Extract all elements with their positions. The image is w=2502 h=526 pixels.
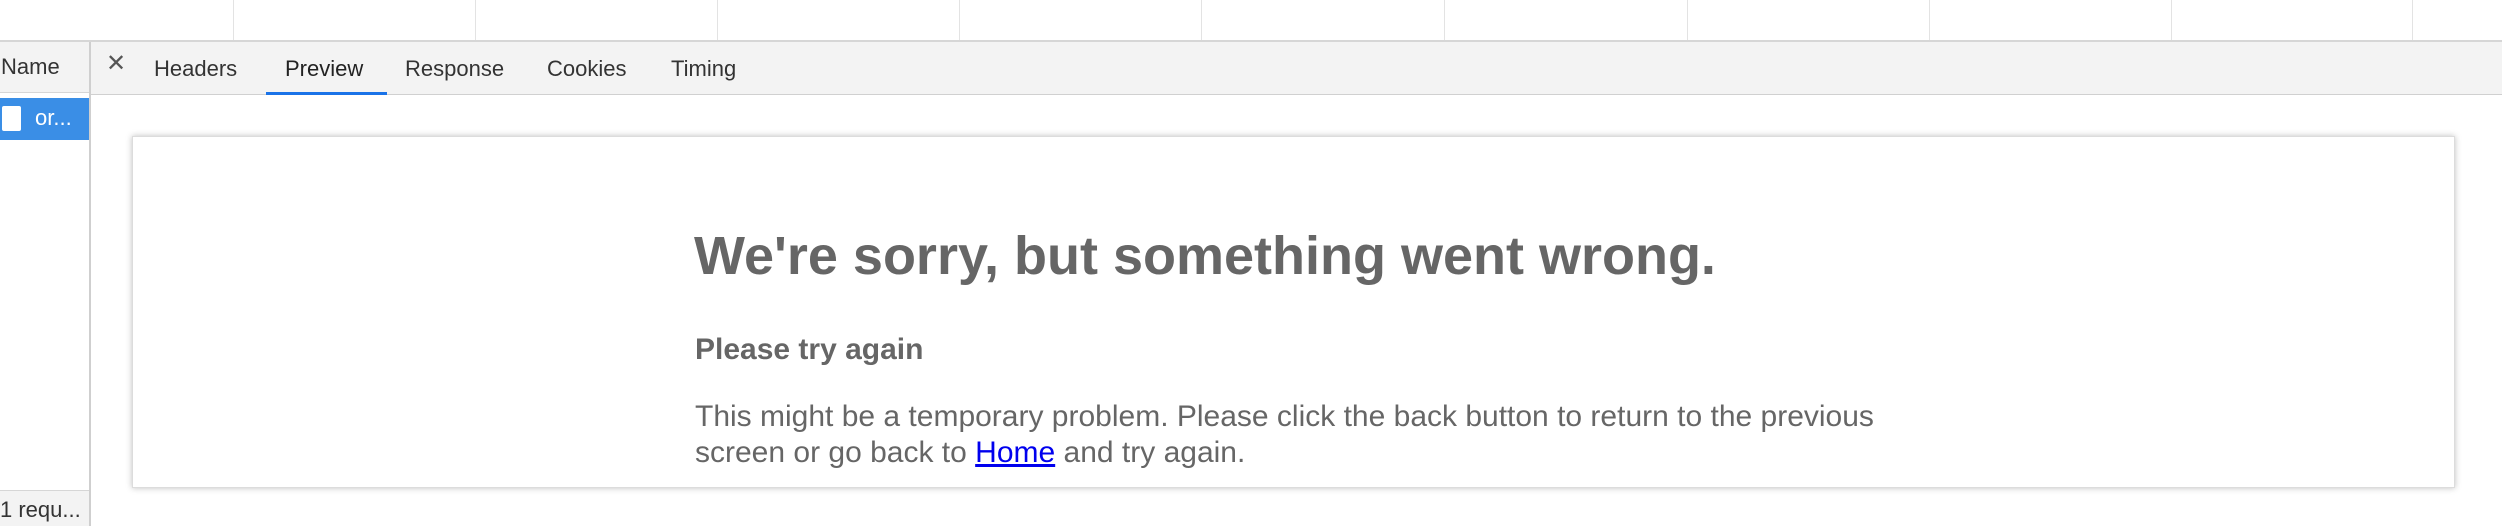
request-name: or... (35, 105, 72, 130)
tab-headers[interactable]: Headers (154, 56, 237, 82)
tab-timing[interactable]: Timing (671, 56, 736, 82)
timeline-gridline (717, 0, 718, 40)
error-message-text: This might be a temporary problem. Pleas… (695, 400, 1874, 469)
request-row-selected[interactable]: or... (0, 98, 89, 140)
timeline-gridline (475, 0, 476, 40)
error-message: This might be a temporary problem. Pleas… (695, 399, 1895, 471)
error-title: We're sorry, but something went wrong. (694, 226, 1716, 286)
close-icon[interactable]: ✕ (106, 52, 126, 76)
timeline-gridline (2412, 0, 2413, 40)
preview-pane: We're sorry, but something went wrong. P… (91, 96, 2502, 526)
details-tabbar: ✕ Headers Preview Response Cookies Timin… (91, 42, 2502, 95)
error-message-text-end: and try again. (1055, 436, 1246, 469)
timeline-gridline (2171, 0, 2172, 40)
tab-response[interactable]: Response (405, 56, 504, 82)
timeline-gridline (233, 0, 234, 40)
active-tab-indicator (266, 92, 387, 95)
request-count: 1 requ... (0, 497, 81, 522)
timeline-gridline (1929, 0, 1930, 40)
request-list: Name or... 1 requ... (0, 42, 91, 526)
document-icon (2, 106, 21, 131)
name-column-label: Name (1, 54, 60, 79)
tab-cookies[interactable]: Cookies (547, 56, 626, 82)
timeline-gridline (959, 0, 960, 40)
devtools-network-panel: Name or... 1 requ... ✕ Headers Preview R… (0, 0, 2502, 526)
timeline-gridline (1687, 0, 1688, 40)
error-subtitle: Please try again (695, 333, 924, 366)
timeline-gridline (1201, 0, 1202, 40)
name-column-header[interactable]: Name (0, 42, 89, 93)
home-link[interactable]: Home (975, 436, 1055, 469)
timeline-gridline (1444, 0, 1445, 40)
request-summary-footer: 1 requ... (0, 490, 89, 526)
tab-preview[interactable]: Preview (285, 56, 363, 82)
error-page-card: We're sorry, but something went wrong. P… (132, 136, 2455, 488)
network-timeline-overview[interactable] (0, 0, 2502, 42)
